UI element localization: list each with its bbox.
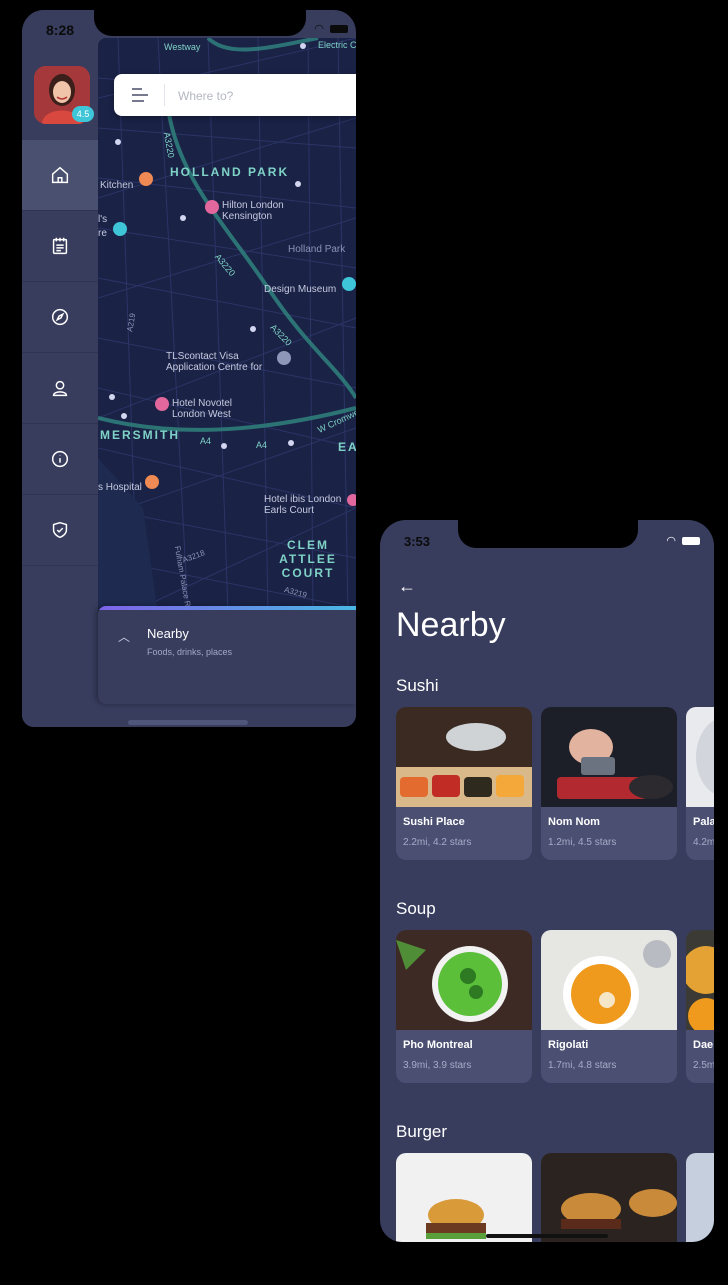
card-meta: 2.5m <box>693 1060 714 1071</box>
user-icon <box>52 380 68 397</box>
card-meta: 2.2mi, 4.2 stars <box>403 837 472 848</box>
map-roads <box>98 38 356 614</box>
card-name: Pho Montreal <box>403 1039 473 1051</box>
label-a4-1: A4 <box>200 436 212 446</box>
card-rigolati[interactable]: Rigolati 1.7mi, 4.8 stars <box>541 930 677 1083</box>
status-icons: ◠ <box>666 534 700 547</box>
soup-image <box>541 930 677 1030</box>
label-novotel: Hotel Novotel London West <box>172 398 233 420</box>
card-name: Sushi Place <box>403 816 465 828</box>
home-icon <box>51 166 69 184</box>
sheet-title: Nearby <box>147 626 189 641</box>
soup-image <box>686 930 714 1030</box>
burger-image <box>686 1153 714 1242</box>
card-sushi-place[interactable]: Sushi Place 2.2mi, 4.2 stars <box>396 707 532 860</box>
card-meta: 4.2m <box>693 837 714 848</box>
nearby-phone-screen: 3:53 ◠ ← Nearby Sushi Sushi Place 2.2mi,… <box>380 520 714 1242</box>
nav-home[interactable] <box>22 140 98 211</box>
label-ls: l's <box>98 214 108 225</box>
notepad-icon <box>52 237 68 255</box>
label-holland-park: HOLLAND PARK <box>170 165 290 179</box>
card-nom-nom[interactable]: Nom Nom 1.2mi, 4.5 stars <box>541 707 677 860</box>
nav-security[interactable] <box>22 495 98 566</box>
menu-icon[interactable] <box>132 88 150 102</box>
card-dae[interactable]: Dae 2.5m <box>686 930 714 1083</box>
label-ibis: Hotel ibis London Earls Court <box>264 494 342 516</box>
wifi-icon: ◠ <box>314 23 324 35</box>
section-title-burger: Burger <box>396 1122 448 1141</box>
shield-check-icon <box>52 521 68 539</box>
card-pho-montreal[interactable]: Pho Montreal 3.9mi, 3.9 stars <box>396 930 532 1083</box>
label-tls: TLScontact Visa Application Centre for <box>166 351 263 373</box>
section-title-soup: Soup <box>396 899 436 918</box>
label-electric: Electric C <box>318 40 356 50</box>
card-name: Nom Nom <box>548 816 600 828</box>
home-indicator <box>128 720 248 725</box>
search-bar[interactable] <box>114 74 356 116</box>
label-hospital: s Hospital <box>98 482 142 493</box>
nav-explore[interactable] <box>22 282 98 353</box>
status-time: 3:53 <box>404 534 431 549</box>
card-name: Pala <box>693 816 714 828</box>
search-input[interactable] <box>176 84 350 108</box>
card-name: Dae <box>693 1039 714 1051</box>
page-title: Nearby <box>396 606 506 644</box>
label-mersmith: MERSMITH <box>100 428 180 442</box>
card-pala[interactable]: Pala 4.2m <box>686 707 714 860</box>
section-title-sushi: Sushi <box>396 676 439 695</box>
nav-notes[interactable] <box>22 211 98 282</box>
notch <box>458 520 638 548</box>
sushi-image <box>396 707 532 807</box>
soup-image <box>396 930 532 1030</box>
label-clem-attlee: CLEM ATTLEE COURT <box>279 538 337 580</box>
back-arrow-icon[interactable]: ← <box>398 576 416 597</box>
home-indicator <box>486 1234 608 1238</box>
rating-badge: 4.5 <box>72 106 94 122</box>
battery-icon <box>330 24 348 33</box>
sidebar: 4.5 <box>22 10 98 727</box>
map-phone-screen: 4.5 Westway Electric C A3220 HOLLAND PAR… <box>22 10 356 727</box>
label-re: re <box>98 228 107 239</box>
sushi-image <box>541 707 677 807</box>
card-burger-1[interactable] <box>396 1153 532 1242</box>
card-burger-2[interactable] <box>541 1153 677 1242</box>
label-hilton: Hilton London Kensington <box>222 200 284 222</box>
search-divider <box>164 84 165 106</box>
notch <box>94 10 306 36</box>
nav-profile[interactable] <box>22 353 98 424</box>
card-burger-3[interactable] <box>686 1153 714 1242</box>
card-meta: 3.9mi, 3.9 stars <box>403 1060 472 1071</box>
status-icons: ◠ <box>314 22 348 35</box>
sheet-accent-bar <box>98 606 356 610</box>
label-design-museum: Design Museum <box>264 284 337 295</box>
card-name: Rigolati <box>548 1039 589 1051</box>
map[interactable]: Westway Electric C A3220 HOLLAND PARK Ki… <box>98 38 356 614</box>
nav-info[interactable] <box>22 424 98 495</box>
label-a4-2: A4 <box>256 440 268 450</box>
label-ea: EA <box>338 440 356 454</box>
status-time: 8:28 <box>46 22 75 38</box>
compass-icon <box>51 308 69 326</box>
info-icon <box>51 450 69 468</box>
burger-image <box>541 1153 677 1242</box>
battery-icon <box>682 536 700 545</box>
sheet-subtitle: Foods, drinks, places <box>147 647 233 657</box>
label-kitchen: Kitchen <box>100 180 134 191</box>
nearby-sheet[interactable]: ︿ Nearby Foods, drinks, places <box>98 606 356 704</box>
card-meta: 1.7mi, 4.8 stars <box>548 1060 617 1071</box>
wifi-icon: ◠ <box>666 535 676 547</box>
label-westway: Westway <box>164 42 201 52</box>
card-meta: 1.2mi, 4.5 stars <box>548 837 617 848</box>
label-holland-park-small: Holland Park <box>288 244 346 255</box>
sushi-image <box>686 707 714 807</box>
burger-image <box>396 1153 532 1242</box>
chevron-up-icon[interactable]: ︿ <box>118 628 130 645</box>
